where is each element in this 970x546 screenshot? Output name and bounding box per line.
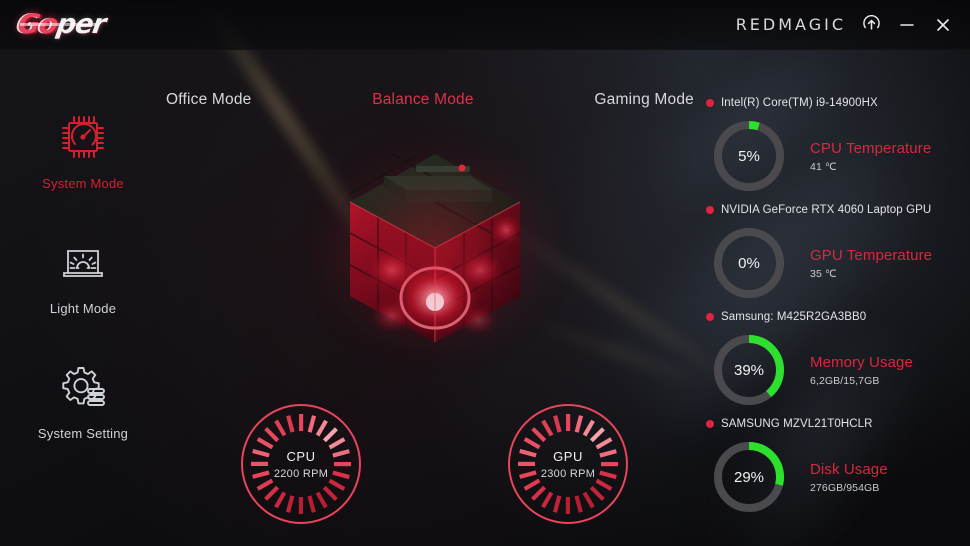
sidebar-item-system-setting[interactable]: System Setting bbox=[23, 360, 143, 441]
stat-disk-row: 29% Disk Usage 276GB/954GB bbox=[698, 438, 970, 516]
stat-cpu-value: 41 ℃ bbox=[810, 160, 837, 173]
stat-memory-metric: Memory Usage bbox=[810, 353, 913, 371]
stat-gpu-row: 0% GPU Temperature 35 ℃ bbox=[698, 224, 970, 302]
stat-gpu-device: NVIDIA GeForce RTX 4060 Laptop GPU bbox=[721, 204, 932, 216]
stat-disk-percent: 29% bbox=[733, 468, 765, 486]
gpu-fan-gauge: GPU 2300 RPM bbox=[506, 402, 630, 526]
tab-office-mode[interactable]: Office Mode bbox=[160, 88, 257, 112]
sidebar-item-light-mode[interactable]: Light Mode bbox=[23, 235, 143, 316]
cpu-fan-gauge: CPU 2200 RPM bbox=[239, 402, 363, 526]
stat-disk-value: 276GB/954GB bbox=[810, 481, 880, 494]
stat-gpu: NVIDIA GeForce RTX 4060 Laptop GPU 0% GP… bbox=[698, 201, 970, 309]
status-dot-icon bbox=[706, 313, 714, 321]
laptop-sun-icon bbox=[56, 235, 110, 289]
stat-gpu-value: 35 ℃ bbox=[810, 267, 837, 280]
cpu-fan-dial bbox=[241, 404, 361, 524]
stat-memory-labels: Memory Usage 6,2GB/15,7GB bbox=[810, 354, 913, 387]
sidebar-item-label-system-mode: System Mode bbox=[42, 176, 124, 191]
cube-glow bbox=[310, 140, 560, 360]
mode-tabs: Office Mode Balance Mode Gaming Mode bbox=[160, 88, 700, 112]
minimize-button[interactable] bbox=[896, 14, 918, 36]
brand-label: REDMAGIC bbox=[735, 15, 846, 34]
stat-disk-labels: Disk Usage 276GB/954GB bbox=[810, 461, 888, 494]
tab-balance-mode[interactable]: Balance Mode bbox=[366, 88, 480, 112]
stat-gpu-ring: 0% bbox=[710, 224, 788, 302]
stat-memory-device: Samsung: M425R2GA3BB0 bbox=[721, 311, 867, 323]
tab-gaming-mode[interactable]: Gaming Mode bbox=[588, 88, 700, 112]
stat-cpu-row: 5% CPU Temperature 41 ℃ bbox=[698, 117, 970, 195]
close-button[interactable] bbox=[932, 14, 954, 36]
stat-memory-value: 6,2GB/15,7GB bbox=[810, 374, 880, 387]
sidebar-item-label-light-mode: Light Mode bbox=[49, 301, 117, 316]
stat-cpu: Intel(R) Core(TM) i9-14900HX 5% CPU Temp… bbox=[698, 94, 970, 202]
sidebar-item-system-mode[interactable]: System Mode bbox=[23, 110, 143, 191]
stat-gpu-metric: GPU Temperature bbox=[810, 246, 933, 264]
sidebar-item-label-system-setting: System Setting bbox=[37, 426, 129, 441]
logo-text-secondary: per bbox=[54, 9, 108, 40]
stat-disk: SAMSUNG MZVL21T0HCLR 29% Disk Usage 276G… bbox=[698, 415, 970, 523]
update-arrow-icon[interactable] bbox=[860, 14, 882, 36]
stat-cpu-metric: CPU Temperature bbox=[810, 139, 932, 157]
cpu-gauge-icon bbox=[56, 110, 110, 164]
title-bar-controls: REDMAGIC bbox=[736, 14, 954, 36]
stat-disk-metric: Disk Usage bbox=[810, 460, 888, 478]
sidebar: System Mode Light Mode System Setting bbox=[0, 110, 166, 441]
stat-memory-percent: 39% bbox=[733, 361, 765, 379]
stat-cpu-percent: 5% bbox=[738, 147, 760, 165]
stat-memory: Samsung: M425R2GA3BB0 39% Memory Usage 6… bbox=[698, 308, 970, 416]
stat-disk-device: SAMSUNG MZVL21T0HCLR bbox=[721, 418, 873, 430]
system-cube-graphic bbox=[310, 120, 560, 370]
stat-gpu-title: NVIDIA GeForce RTX 4060 Laptop GPU bbox=[706, 201, 970, 219]
status-dot-icon bbox=[706, 206, 714, 214]
stat-memory-ring: 39% bbox=[710, 331, 788, 409]
stat-cpu-title: Intel(R) Core(TM) i9-14900HX bbox=[706, 94, 970, 112]
stat-disk-ring: 29% bbox=[710, 438, 788, 516]
stat-memory-row: 39% Memory Usage 6,2GB/15,7GB bbox=[698, 331, 970, 409]
stat-gpu-percent: 0% bbox=[738, 254, 760, 272]
stat-memory-title: Samsung: M425R2GA3BB0 bbox=[706, 308, 970, 326]
status-dot-icon bbox=[706, 99, 714, 107]
status-dot-icon bbox=[706, 420, 714, 428]
stat-gpu-labels: GPU Temperature 35 ℃ bbox=[810, 247, 932, 280]
stat-cpu-device: Intel(R) Core(TM) i9-14900HX bbox=[721, 97, 878, 109]
gpu-fan-dial bbox=[508, 404, 628, 524]
app-logo: Go per bbox=[15, 9, 108, 40]
stat-cpu-ring: 5% bbox=[710, 117, 788, 195]
app-window: Go per REDMAGIC Office Mode Balance Mode… bbox=[0, 0, 970, 546]
stat-cpu-labels: CPU Temperature 41 ℃ bbox=[810, 140, 931, 173]
title-bar: Go per REDMAGIC bbox=[0, 0, 970, 50]
logo-text-primary: Go bbox=[15, 9, 60, 40]
gear-sliders-icon bbox=[56, 360, 110, 414]
stat-disk-title: SAMSUNG MZVL21T0HCLR bbox=[706, 415, 970, 433]
system-stats-panel: Intel(R) Core(TM) i9-14900HX 5% CPU Temp… bbox=[698, 86, 970, 546]
